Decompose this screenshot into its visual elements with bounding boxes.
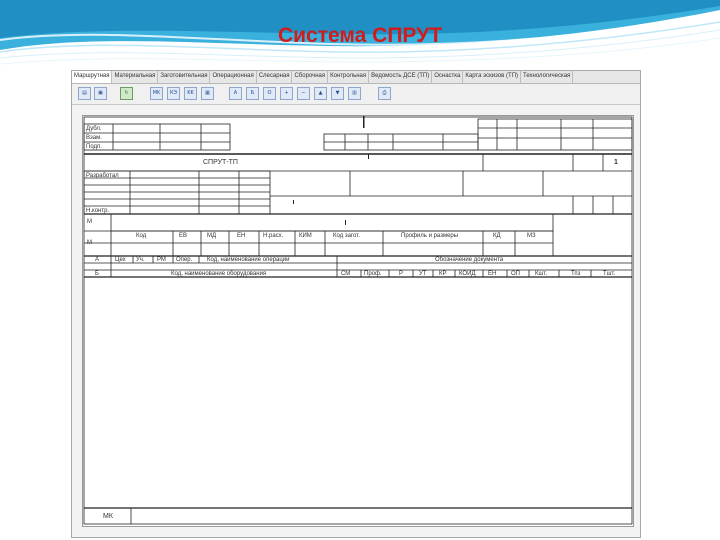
insert-row-icon[interactable]: + xyxy=(280,87,293,100)
tab-assembly[interactable]: Сборочная xyxy=(292,71,329,83)
route-card-grid xyxy=(83,116,633,525)
vzam-label: Взам. xyxy=(86,135,102,141)
toolbar: ▤ ▣ ↻ MK КЭ KK ▦ А Б О + − ▲ ▼ ▥ ⎙ xyxy=(72,84,640,105)
tab-technological[interactable]: Технологическая xyxy=(521,71,574,83)
col-sm: СМ xyxy=(341,271,351,277)
print-icon[interactable]: ⎙ xyxy=(378,87,391,100)
col-equipment: Код, наименование оборудования xyxy=(171,271,267,277)
open-icon[interactable]: ▤ xyxy=(78,87,91,100)
col-nrash: Н.расх. xyxy=(263,233,284,239)
tab-parts-list[interactable]: Ведомость ДСЕ (ТП) xyxy=(369,71,433,83)
col-r: Р xyxy=(399,271,404,277)
col-en: ЕН xyxy=(237,233,246,239)
col-kd: КД xyxy=(493,233,501,239)
tab-bar: Маршрутная Материальная Заготовительная … xyxy=(72,71,640,84)
up-icon[interactable]: ▲ xyxy=(314,87,327,100)
tab-route[interactable]: Маршрутная xyxy=(72,71,113,83)
tab-control[interactable]: Контрольная xyxy=(328,71,370,83)
col-rm: РМ xyxy=(157,257,166,263)
dubl-label: Дубл. xyxy=(86,126,102,132)
col-kod-zagot: Код загот. xyxy=(333,233,360,239)
col-kod: Код xyxy=(136,233,147,239)
tab-fitting[interactable]: Слесарная xyxy=(257,71,293,83)
col-op-name: Код, наименование операции xyxy=(207,257,290,263)
col-op: ОП xyxy=(511,271,520,277)
refresh-icon[interactable]: ↻ xyxy=(120,87,133,100)
tab-material[interactable]: Материальная xyxy=(112,71,159,83)
row-icon[interactable]: О xyxy=(263,87,276,100)
col-ceh: Цех xyxy=(115,257,126,263)
kz-icon[interactable]: КЭ xyxy=(167,87,180,100)
tab-blank[interactable]: Заготовительная xyxy=(158,71,211,83)
col-uch: Уч. xyxy=(136,257,145,263)
slide-title: Система СПРУТ xyxy=(277,24,443,47)
col-kr: КР xyxy=(439,271,447,277)
col-prof: Проф. xyxy=(364,271,382,277)
row-b-prefix: Б xyxy=(95,271,99,277)
tab-tooling[interactable]: Оснастка xyxy=(432,71,464,83)
col-koid: КОИД xyxy=(459,271,476,277)
tab-sketch[interactable]: Карта эскизов (ТП) xyxy=(463,71,521,83)
podp-label: Подп. xyxy=(86,144,102,150)
col-doc: Обозначение документа xyxy=(435,257,504,263)
save-icon[interactable]: ▣ xyxy=(94,87,107,100)
app-window: Маршрутная Материальная Заготовительная … xyxy=(71,70,641,538)
col-tpz: Тпз xyxy=(571,271,581,277)
mk-icon[interactable]: MK xyxy=(150,87,163,100)
col-ksht: Кшт. xyxy=(535,271,548,277)
sheet-number: 1 xyxy=(614,159,618,166)
kk-icon[interactable]: KK xyxy=(184,87,197,100)
footer-label: МК xyxy=(103,513,113,520)
col-ev: ЕВ xyxy=(179,233,188,239)
col-kim: КИМ xyxy=(299,233,312,239)
col-ut: УТ xyxy=(419,271,427,277)
delete-row-icon[interactable]: − xyxy=(297,87,310,100)
system-name: СПРУТ-ТП xyxy=(203,159,238,166)
col-md: МД xyxy=(207,233,217,239)
row-a-prefix: А xyxy=(95,257,100,263)
page-icon[interactable]: Б xyxy=(246,87,259,100)
col-oper: Опер. xyxy=(176,257,193,263)
grid-icon[interactable]: ▥ xyxy=(348,87,361,100)
col-mz: МЗ xyxy=(527,233,536,239)
row-m2-label: М xyxy=(87,240,92,246)
col-profile: Профиль и размеры xyxy=(401,233,459,239)
route-card-sheet[interactable]: Дубл. Взам. Подп. СПРУТ-ТП 1 Разработал … xyxy=(82,115,634,527)
norm-control-label: Н.контр. xyxy=(86,208,110,214)
down-icon[interactable]: ▼ xyxy=(331,87,344,100)
sheet-icon[interactable]: ▦ xyxy=(201,87,214,100)
tab-operation[interactable]: Операционная xyxy=(210,71,257,83)
op-icon[interactable]: А xyxy=(229,87,242,100)
col-en2: ЕН xyxy=(488,271,497,277)
row-m1-label: М xyxy=(87,219,92,225)
developed-label: Разработал xyxy=(86,173,119,179)
col-tsht: Тшт. xyxy=(603,271,616,277)
